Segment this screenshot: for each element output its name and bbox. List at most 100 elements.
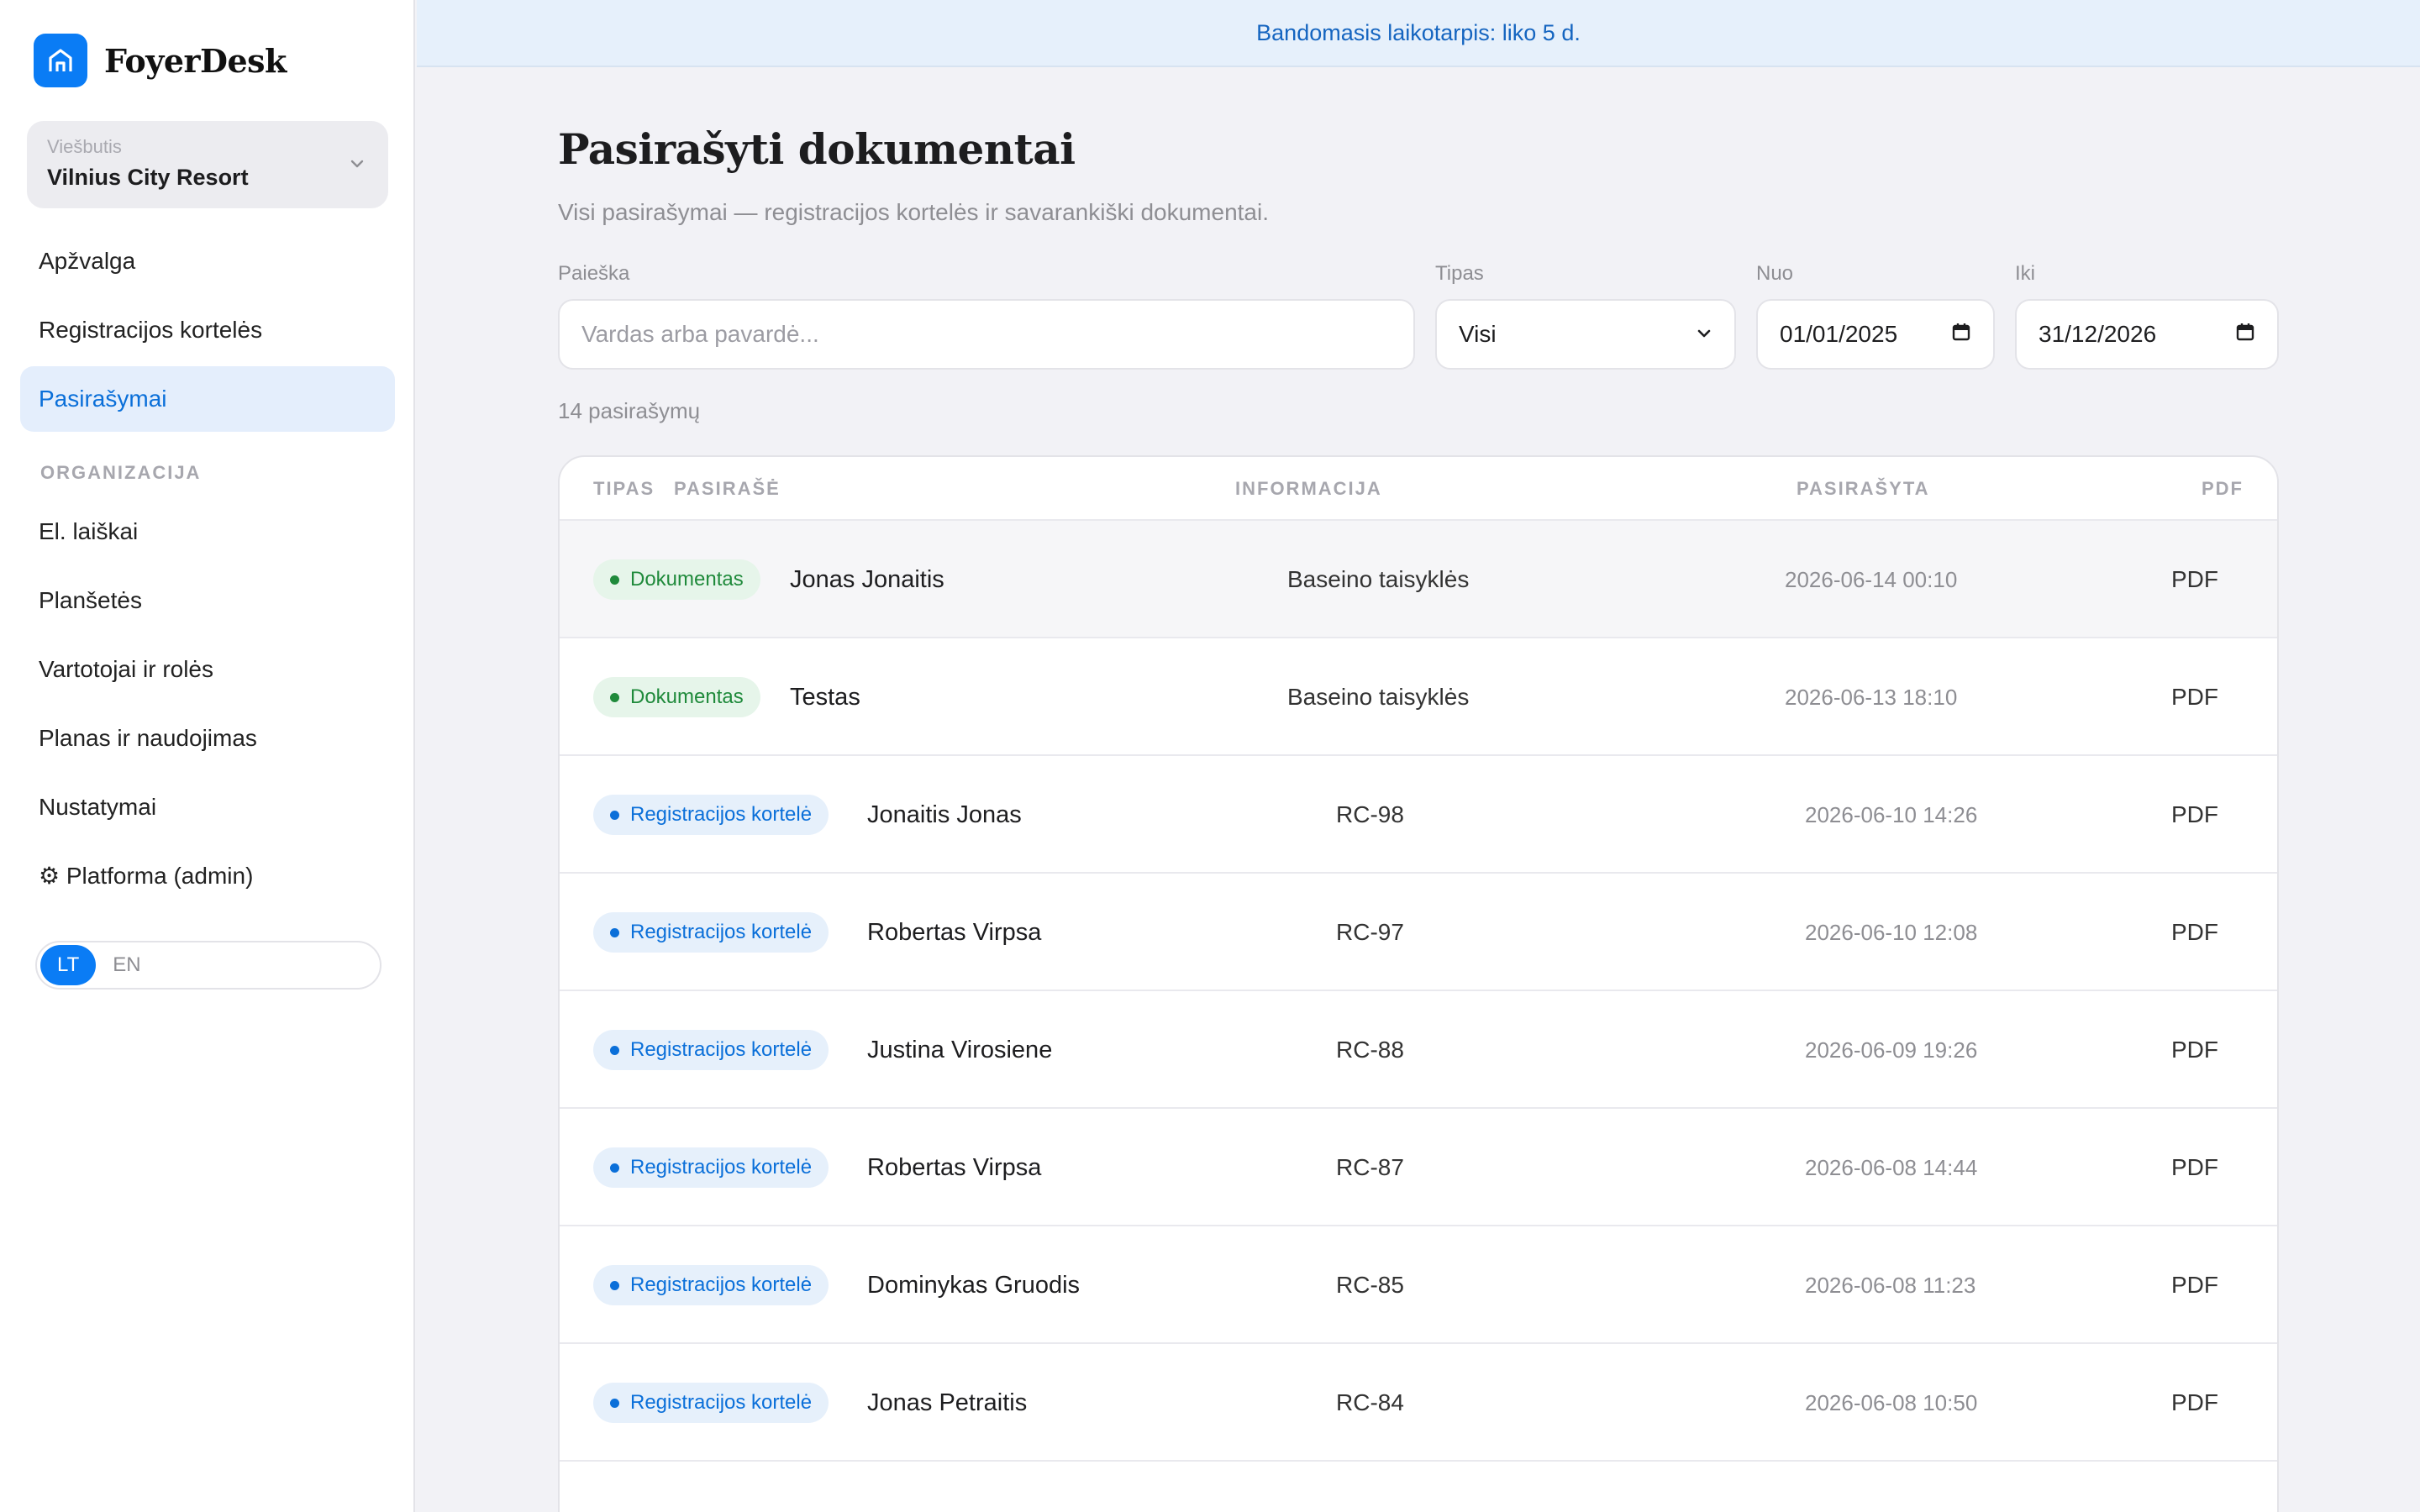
- sidebar-item-apzvalga[interactable]: Apžvalga: [20, 228, 395, 294]
- row-info: RC-97: [1336, 919, 1404, 945]
- table-row[interactable]: Registracijos kortelė Justina Virosiene …: [560, 991, 2277, 1109]
- column-header-info[interactable]: INFORMACIJA: [1235, 457, 1382, 521]
- signer-name: Dominykas Gruodis: [867, 1272, 1081, 1299]
- type-badge-registration: Registracijos kortelė: [593, 912, 829, 953]
- search-input[interactable]: Vardas arba pavardė...: [558, 299, 1415, 370]
- pdf-link[interactable]: PDF: [2171, 521, 2218, 638]
- sidebar-item-pasirasymai[interactable]: Pasirašymai: [20, 366, 395, 432]
- type-badge-registration: Registracijos kortelė: [593, 795, 829, 835]
- calendar-icon[interactable]: [2235, 321, 2255, 348]
- table-row[interactable]: Registracijos kortelė Jonas Petraitis RC…: [560, 1344, 2277, 1462]
- table-row[interactable]: Registracijos kortelė Robertas Virpsa RC…: [560, 1109, 2277, 1226]
- chevron-down-icon: [1696, 321, 1712, 348]
- sidebar-item-registracijos-korteles[interactable]: Registracijos kortelės: [20, 297, 395, 363]
- signer-name: Robertas Virpsa: [867, 1154, 1042, 1181]
- pdf-link[interactable]: PDF: [2171, 874, 2218, 991]
- app-name: FoyerDesk: [104, 41, 287, 80]
- signer-name: Jonas Jonaitis: [790, 566, 944, 593]
- table-row[interactable]: Registracijos kortelė Dominykas Gruodis …: [560, 1226, 2277, 1344]
- type-badge-document: Dokumentas: [593, 677, 760, 717]
- chevron-down-icon: [348, 155, 366, 177]
- pdf-link[interactable]: PDF: [2171, 991, 2218, 1109]
- type-badge-registration: Registracijos kortelė: [593, 1383, 829, 1423]
- results-count: 14 pasirašymų: [558, 398, 701, 423]
- signed-date: 2026-06-09 19:26: [1805, 1037, 1978, 1063]
- type-badge-document: Dokumentas: [593, 559, 760, 600]
- signed-date: 2026-06-13 18:10: [1785, 685, 1958, 710]
- column-header-type[interactable]: TIPAS: [593, 457, 655, 521]
- signed-date: 2026-06-08 10:50: [1805, 1390, 1978, 1415]
- table-row[interactable]: Registracijos kortelė Jonaitis Jonas RC-…: [560, 756, 2277, 874]
- language-toggle: LT EN: [35, 941, 381, 990]
- main-content: Pasirašyti dokumentai Visi pasirašymai —…: [558, 67, 2279, 1512]
- type-select[interactable]: Visi: [1435, 299, 1736, 370]
- sidebar-item-planshetes[interactable]: Planšetės: [20, 568, 395, 633]
- sidebar-item-vartotojai-ir-roles[interactable]: Vartotojai ir rolės: [20, 637, 395, 702]
- column-header-pdf: PDF: [2202, 478, 2244, 499]
- date-from-value: 01/01/2025: [1780, 321, 1898, 347]
- date-to-filter: Iki 31/12/2026: [2015, 262, 2279, 370]
- type-label: Tipas: [1435, 262, 1484, 285]
- trial-banner: Bandomasis laikotarpis: liko 5 d.: [417, 0, 2420, 67]
- search-filter: Paieška Vardas arba pavardė...: [558, 262, 1415, 370]
- sidebar-nav: Apžvalga Registracijos kortelės Pasirašy…: [20, 228, 395, 912]
- type-badge-registration: Registracijos kortelė: [593, 1147, 829, 1188]
- table-header: TIPAS PASIRAŠĖ INFORMACIJA PASIRAŠYTA PD…: [560, 457, 2277, 521]
- type-badge-registration: Registracijos kortelė: [593, 1030, 829, 1070]
- row-info: Baseino taisyklės: [1287, 684, 1470, 710]
- pdf-link[interactable]: PDF: [2171, 756, 2218, 874]
- date-to-input[interactable]: 31/12/2026: [2015, 299, 2279, 370]
- row-info: RC-85: [1336, 1272, 1404, 1298]
- hotel-selector[interactable]: Viešbutis Vilnius City Resort: [27, 121, 388, 208]
- signer-name: Robertas Virpsa: [867, 919, 1042, 946]
- row-info: RC-87: [1336, 1154, 1404, 1180]
- hotel-selector-value: Vilnius City Resort: [47, 165, 249, 190]
- date-to-label: Iki: [2015, 262, 2035, 285]
- pdf-link[interactable]: PDF: [2171, 1109, 2218, 1226]
- date-from-input[interactable]: 01/01/2025: [1756, 299, 1995, 370]
- row-info: RC-88: [1336, 1037, 1404, 1063]
- table-row[interactable]: Dokumentas Testas Baseino taisyklės 2026…: [560, 638, 2277, 756]
- pdf-link[interactable]: PDF: [2171, 1344, 2218, 1462]
- signer-name: Testas: [790, 684, 860, 711]
- row-info: Baseino taisyklės: [1287, 566, 1470, 592]
- column-header-signed[interactable]: PASIRAŠYTA: [1797, 457, 1930, 521]
- row-info: RC-98: [1336, 801, 1404, 827]
- hotel-door-icon: [34, 34, 87, 87]
- filter-bar: Paieška Vardas arba pavardė... Tipas Vis…: [558, 262, 2279, 370]
- column-header-signer[interactable]: PASIRAŠĖ: [674, 457, 781, 521]
- date-from-label: Nuo: [1756, 262, 1794, 285]
- signer-name: Jonas Petraitis: [867, 1389, 1028, 1416]
- sidebar-section-label: ORGANIZACIJA: [40, 462, 202, 483]
- app-logo[interactable]: FoyerDesk: [34, 34, 287, 87]
- table-row[interactable]: Dokumentas Jonas Jonaitis Baseino taisyk…: [560, 521, 2277, 638]
- signed-date: 2026-06-08 11:23: [1805, 1273, 1976, 1298]
- date-to-value: 31/12/2026: [2039, 321, 2157, 347]
- sidebar-item-platforma-admin[interactable]: ⚙ Platforma (admin): [20, 843, 395, 909]
- row-info: RC-84: [1336, 1389, 1404, 1415]
- table-row[interactable]: Registracijos kortelė Robertas Virpsa RC…: [560, 874, 2277, 991]
- signer-name: Jonaitis Jonas: [867, 801, 1022, 828]
- sidebar-item-planas-ir-naudojimas[interactable]: Planas ir naudojimas: [20, 706, 395, 771]
- type-select-value: Visi: [1459, 321, 1497, 347]
- sidebar: FoyerDesk Viešbutis Vilnius City Resort …: [0, 0, 415, 1512]
- page-title: Pasirašyti dokumentai: [558, 124, 1076, 174]
- search-label: Paieška: [558, 262, 630, 285]
- signatures-table: TIPAS PASIRAŠĖ INFORMACIJA PASIRAŠYTA PD…: [558, 455, 2279, 1512]
- date-from-filter: Nuo 01/01/2025: [1756, 262, 1995, 370]
- signer-name: Justina Virosiene: [867, 1037, 1053, 1063]
- sidebar-item-nustatymai[interactable]: Nustatymai: [20, 774, 395, 840]
- page-subtitle: Visi pasirašymai — registracijos kortelė…: [558, 199, 1270, 225]
- signed-date: 2026-06-08 14:44: [1805, 1155, 1978, 1180]
- signed-date: 2026-06-10 12:08: [1805, 920, 1978, 945]
- type-filter: Tipas Visi: [1435, 262, 1736, 370]
- type-badge-registration: Registracijos kortelė: [593, 1265, 829, 1305]
- calendar-icon[interactable]: [1951, 321, 1971, 348]
- signed-date: 2026-06-10 14:26: [1805, 802, 1978, 827]
- hotel-selector-caption: Viešbutis: [47, 136, 122, 157]
- language-option-en[interactable]: EN: [96, 945, 157, 985]
- sidebar-item-el-laiskai[interactable]: El. laiškai: [20, 499, 395, 564]
- language-option-lt[interactable]: LT: [40, 945, 97, 985]
- pdf-link[interactable]: PDF: [2171, 1226, 2218, 1344]
- pdf-link[interactable]: PDF: [2171, 638, 2218, 756]
